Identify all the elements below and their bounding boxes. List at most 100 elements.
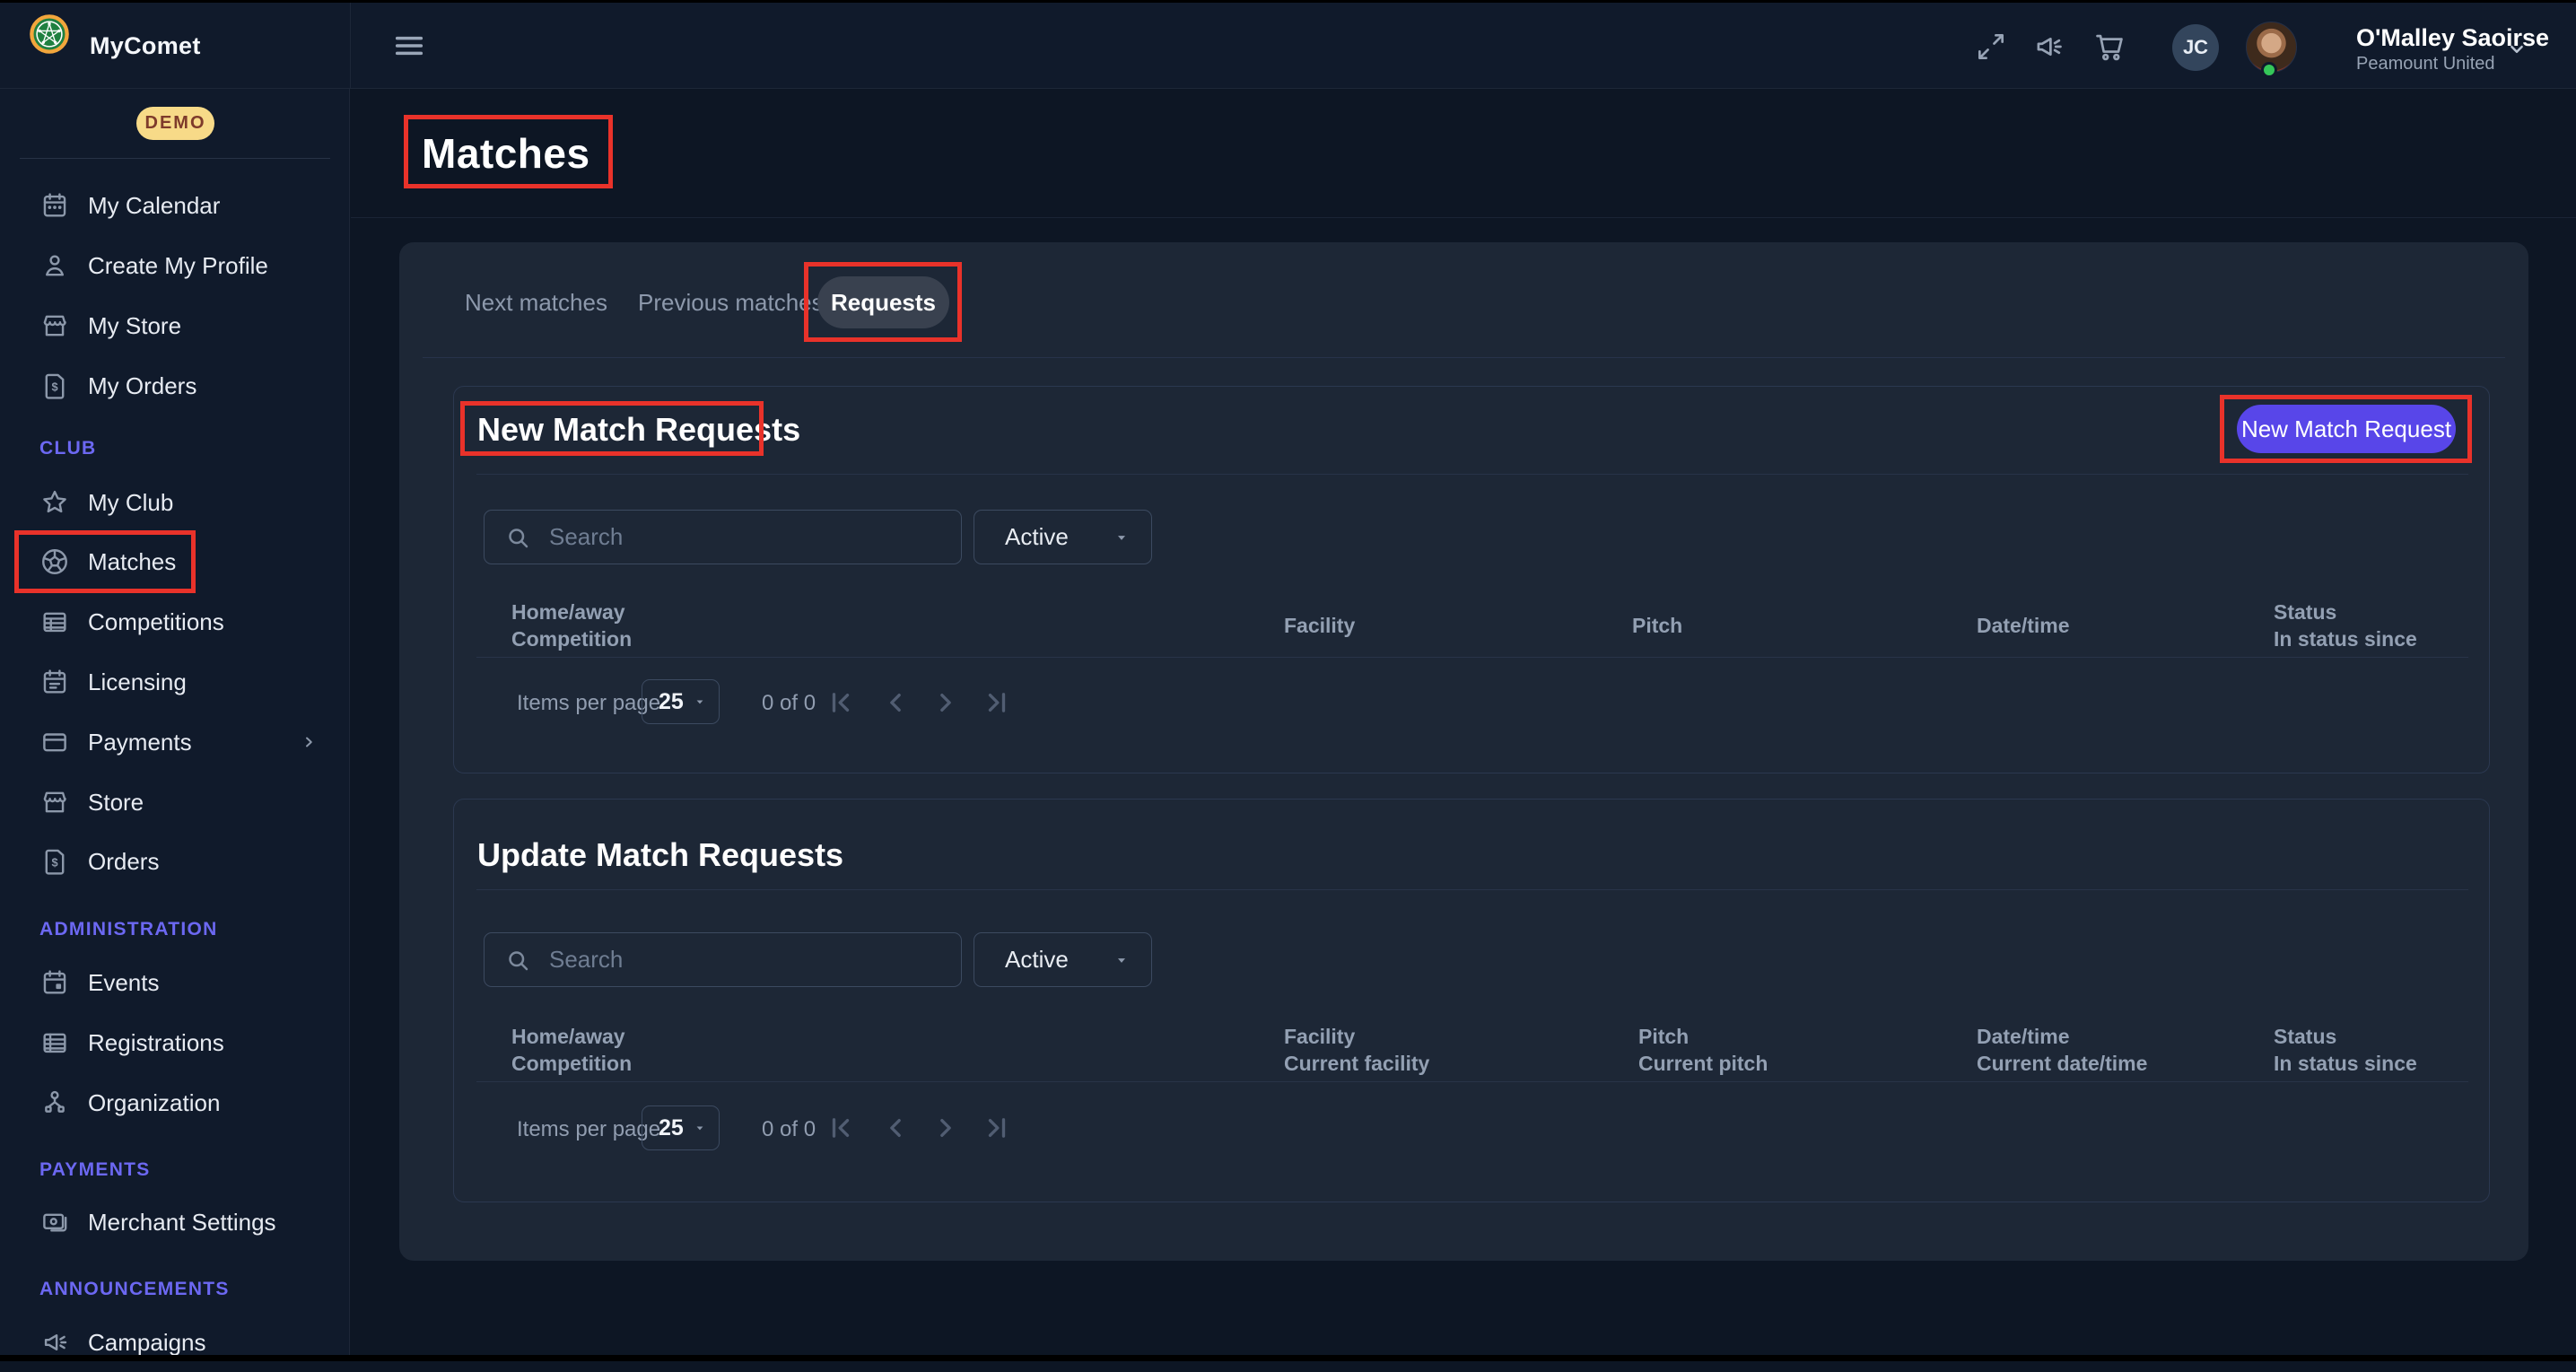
items-per-page-label: Items per page [517, 691, 660, 716]
sidebar-item-licensing[interactable]: Licensing [0, 652, 350, 712]
sidebar-item-store[interactable]: Store [0, 773, 350, 832]
sidebar-section-administration: ADMINISTRATION [39, 919, 218, 940]
search-field [484, 932, 962, 987]
status-filter-select[interactable]: Active [974, 932, 1152, 987]
sidebar-item-registrations[interactable]: Registrations [0, 1013, 350, 1072]
sidebar-label: My Orders [88, 372, 196, 400]
sidebar-label: Events [88, 969, 160, 997]
next-page-icon[interactable] [928, 685, 964, 721]
sidebar-item-payments[interactable]: Payments [0, 712, 350, 772]
page-size-value: 25 [659, 689, 690, 715]
cart-icon[interactable] [2092, 30, 2126, 64]
status-filter-value: Active [1005, 946, 1110, 974]
sidebar-label: My Club [88, 489, 173, 517]
order-document-icon: $ [39, 846, 70, 877]
sidebar-label: Orders [88, 848, 159, 876]
update-match-requests-section: Update Match Requests Active Home/awayCo… [453, 799, 2490, 1202]
sidebar-label: Organization [88, 1089, 220, 1117]
column-header-facility: Facility [1284, 596, 1355, 655]
org-hierarchy-icon [39, 1088, 70, 1118]
caret-down-icon [690, 1118, 710, 1138]
sidebar-item-orders[interactable]: $ Orders [0, 832, 350, 891]
order-document-icon: $ [39, 371, 70, 401]
tab-requests[interactable]: Requests [817, 276, 949, 328]
sidebar-item-my-club[interactable]: My Club [0, 473, 350, 532]
page-title: Matches [422, 129, 590, 178]
header-divider [351, 217, 2576, 218]
credit-card-icon [39, 727, 70, 757]
search-icon [504, 524, 531, 551]
storefront-icon [39, 787, 70, 817]
status-filter-value: Active [1005, 523, 1110, 551]
announcements-icon[interactable] [2031, 30, 2065, 64]
column-header-facility: FacilityCurrent facility [1284, 1020, 1429, 1079]
sidebar-label: Payments [88, 729, 192, 756]
bottom-edge [0, 1355, 2576, 1361]
caret-down-icon [1110, 526, 1133, 549]
status-filter-select[interactable]: Active [974, 510, 1152, 564]
page-range-label: 0 of 0 [762, 1117, 816, 1142]
column-header-pitch: Pitch [1632, 596, 1682, 655]
sidebar-item-my-store[interactable]: My Store [0, 296, 350, 355]
sidebar-item-matches[interactable]: Matches [0, 532, 350, 591]
sidebar-label: Competitions [88, 608, 224, 636]
license-calendar-icon [39, 667, 70, 697]
tab-next-matches[interactable]: Next matches [465, 289, 607, 317]
sidebar-item-events[interactable]: Events [0, 953, 350, 1012]
fullscreen-icon[interactable] [1974, 30, 2008, 64]
sidebar-label: My Store [88, 312, 181, 340]
items-per-page-label: Items per page [517, 1117, 660, 1142]
user-menu-chevron-down-icon[interactable] [2503, 35, 2530, 62]
caret-down-icon [1110, 948, 1133, 972]
column-header-status: StatusIn status since [2274, 596, 2417, 655]
svg-text:$: $ [51, 380, 57, 394]
avatar-initials[interactable]: JC [2172, 24, 2219, 71]
previous-page-icon[interactable] [878, 1110, 913, 1146]
calendar-icon [39, 190, 70, 221]
caret-down-icon [690, 692, 710, 712]
first-page-icon[interactable] [823, 1110, 859, 1146]
sidebar-item-create-my-profile[interactable]: Create My Profile [0, 236, 350, 295]
page-size-value: 25 [659, 1115, 690, 1141]
first-page-icon[interactable] [823, 685, 859, 721]
new-match-request-button[interactable]: New Match Request [2237, 405, 2456, 453]
page-range-label: 0 of 0 [762, 691, 816, 716]
search-input[interactable] [549, 946, 961, 974]
sidebar-label: Matches [88, 548, 176, 576]
sidebar-item-my-calendar[interactable]: My Calendar [0, 176, 350, 235]
column-header-home-away: Home/awayCompetition [511, 1020, 632, 1079]
topbar-divider [350, 3, 351, 89]
sidebar-item-campaigns[interactable]: Campaigns [0, 1313, 350, 1372]
sidebar-divider [20, 158, 330, 159]
column-header-datetime: Date/time [1977, 596, 2070, 655]
sidebar-label: Licensing [88, 669, 187, 696]
sidebar-label: Merchant Settings [88, 1209, 276, 1237]
table-icon [39, 607, 70, 637]
column-header-home-away: Home/awayCompetition [511, 596, 632, 655]
megaphone-icon [39, 1327, 70, 1358]
next-page-icon[interactable] [928, 1110, 964, 1146]
sidebar-item-my-orders[interactable]: $ My Orders [0, 356, 350, 415]
demo-badge: DEMO [136, 107, 214, 140]
section-divider [476, 889, 2468, 890]
page-size-select[interactable]: 25 [642, 679, 720, 724]
sidebar-label: Campaigns [88, 1329, 206, 1357]
sidebar-item-competitions[interactable]: Competitions [0, 592, 350, 651]
page-size-select[interactable]: 25 [642, 1105, 720, 1150]
last-page-icon[interactable] [979, 1110, 1015, 1146]
sidebar-section-payments: PAYMENTS [39, 1159, 151, 1181]
menu-toggle-icon[interactable] [391, 28, 427, 64]
previous-page-icon[interactable] [878, 685, 913, 721]
sidebar-item-merchant-settings[interactable]: Merchant Settings [0, 1193, 350, 1252]
brand-name: MyComet [90, 32, 201, 60]
sidebar-section-announcements: ANNOUNCEMENTS [39, 1279, 230, 1300]
mycomet-logo-icon [29, 13, 70, 55]
tab-requests-label: Requests [831, 289, 936, 317]
merchant-money-icon [39, 1207, 70, 1237]
user-organization: Peamount United [2356, 54, 2495, 74]
sidebar-item-organization[interactable]: Organization [0, 1073, 350, 1132]
last-page-icon[interactable] [979, 685, 1015, 721]
sidebar-section-club: CLUB [39, 438, 97, 459]
tab-previous-matches[interactable]: Previous matches [638, 289, 824, 317]
search-input[interactable] [549, 523, 961, 551]
